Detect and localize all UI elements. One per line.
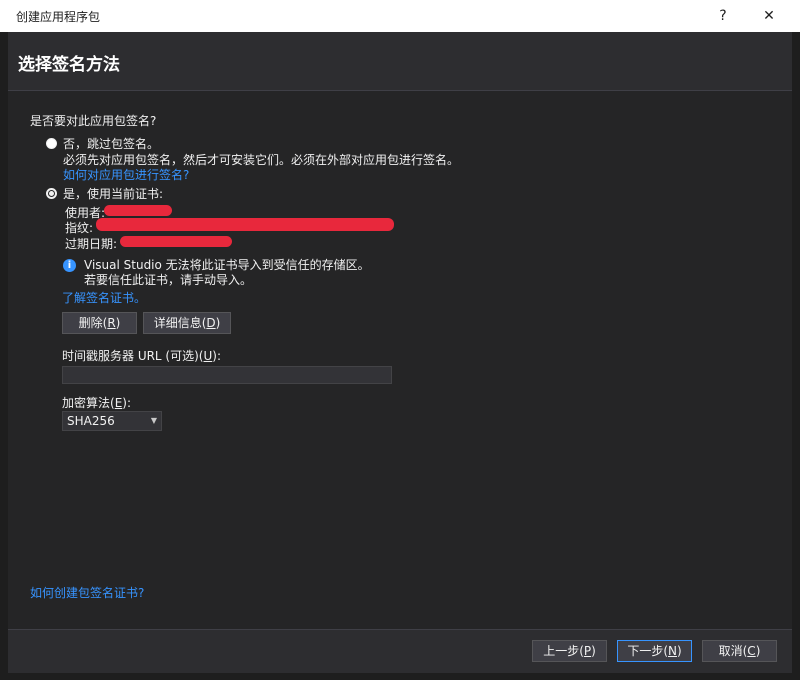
option-use-certificate-label[interactable]: 是，使用当前证书: bbox=[63, 185, 163, 202]
timestamp-url-input[interactable] bbox=[62, 366, 392, 384]
close-button[interactable]: ✕ bbox=[746, 0, 792, 32]
page-header: 选择签名方法 bbox=[8, 32, 792, 91]
create-certificate-link[interactable]: 如何创建包签名证书? bbox=[30, 584, 144, 601]
redaction-mark bbox=[96, 218, 394, 231]
back-button[interactable]: 上一步(P) bbox=[532, 640, 607, 662]
page-title: 选择签名方法 bbox=[18, 55, 120, 75]
details-button[interactable]: 详细信息(D) bbox=[143, 312, 231, 334]
algorithm-label: 加密算法(E): bbox=[62, 396, 132, 410]
footer-bar: 上一步(P) 下一步(N) 取消(C) bbox=[8, 629, 792, 673]
learn-certificates-link[interactable]: 了解签名证书。 bbox=[62, 289, 146, 306]
help-button[interactable]: ? bbox=[700, 0, 746, 32]
certificate-thumbprint-label: 指纹: bbox=[65, 221, 94, 235]
option-skip-label[interactable]: 否，跳过包签名。 bbox=[63, 135, 159, 152]
radio-use-current-certificate[interactable] bbox=[46, 188, 57, 199]
how-to-sign-link[interactable]: 如何对应用包进行签名? bbox=[63, 166, 189, 183]
sign-question: 是否要对此应用包签名? bbox=[30, 114, 157, 128]
info-line-2: 若要信任此证书，请手动导入。 bbox=[84, 273, 253, 287]
redaction-mark bbox=[120, 236, 232, 247]
algorithm-selected-value: SHA256 bbox=[67, 414, 115, 428]
delete-button[interactable]: 删除(R) bbox=[62, 312, 137, 334]
cancel-button[interactable]: 取消(C) bbox=[702, 640, 777, 662]
radio-skip-signing[interactable] bbox=[46, 138, 57, 149]
title-bar: 创建应用程序包 ? ✕ bbox=[0, 0, 800, 32]
window-title: 创建应用程序包 bbox=[16, 10, 101, 24]
next-button[interactable]: 下一步(N) bbox=[617, 640, 692, 662]
algorithm-select[interactable]: SHA256 ▼ bbox=[62, 411, 162, 431]
timestamp-url-label: 时间戳服务器 URL (可选)(U): bbox=[62, 349, 222, 363]
redaction-mark bbox=[104, 205, 172, 216]
content-area: 是否要对此应用包签名? 否，跳过包签名。 必须先对应用包签名，然后才可安装它们。… bbox=[8, 91, 792, 628]
dialog-window: 选择签名方法 是否要对此应用包签名? 否，跳过包签名。 必须先对应用包签名，然后… bbox=[8, 32, 792, 673]
dropdown-arrow-icon: ▼ bbox=[150, 416, 157, 425]
info-icon: i bbox=[63, 259, 76, 272]
certificate-expiry-label: 过期日期: bbox=[65, 237, 118, 251]
